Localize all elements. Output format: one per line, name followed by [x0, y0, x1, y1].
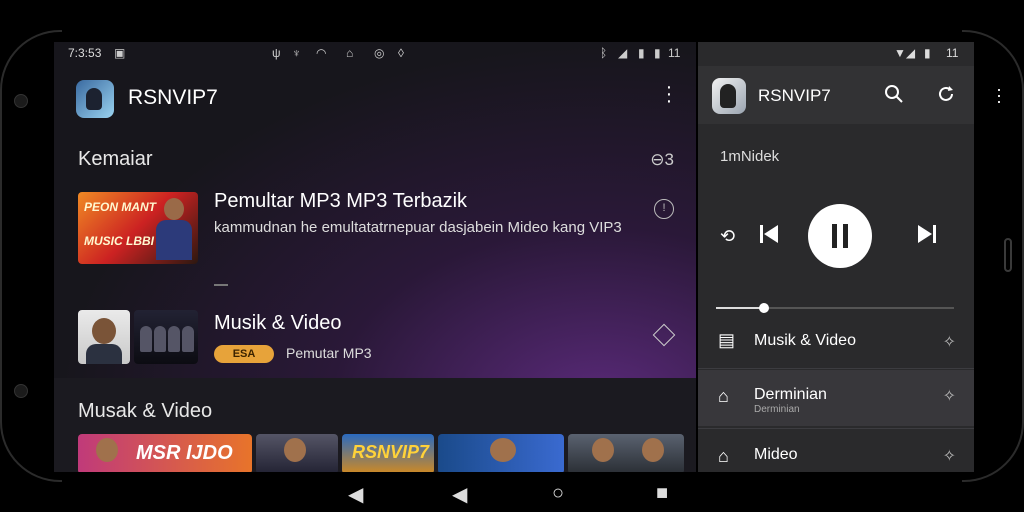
pin-icon[interactable]: ✧: [943, 446, 956, 466]
section-title-music-video: Musak & Video: [78, 400, 213, 422]
search-icon[interactable]: [884, 84, 904, 109]
bluetooth-icon: ᛒ: [600, 46, 608, 60]
strip-card-1-text: MSR IJDO: [136, 442, 233, 464]
device-bezel-left: [0, 30, 62, 482]
item2-title[interactable]: Musik & Video: [214, 312, 341, 335]
recents-icon[interactable]: ■: [656, 482, 668, 505]
refresh-icon[interactable]: [936, 84, 956, 109]
panel-wifi-icon: ▼◢: [894, 46, 916, 60]
progress-fill: [716, 307, 764, 309]
strip-card-5-face-a: [592, 438, 614, 462]
video-home-icon: ⌂: [718, 446, 729, 466]
usb-icon: ♆: [292, 46, 301, 60]
more-vert-icon[interactable]: · · ·: [664, 77, 674, 111]
repeat-icon[interactable]: ⟲: [720, 226, 735, 247]
item1-thumb-text1: PEON MANT: [84, 200, 156, 214]
side-button: [1004, 238, 1012, 272]
app-logo: [76, 80, 114, 118]
divider: [214, 284, 228, 286]
link-icon[interactable]: ⊖3: [650, 150, 674, 170]
panel-header: RSNVIP7: [698, 66, 974, 124]
section-title-recent: Kemaiar: [78, 148, 153, 170]
download-icon[interactable]: [652, 323, 676, 347]
location-icon: ◎: [374, 46, 385, 60]
status-count: 11: [668, 46, 681, 60]
strip-card-5-face-b: [642, 438, 664, 462]
item2-badge-text: Pemutar MP3: [286, 345, 372, 361]
panel-divider: [698, 368, 974, 369]
back-alt-icon[interactable]: ◀: [452, 482, 467, 507]
next-icon[interactable]: [916, 222, 938, 251]
alert-icon: ψ: [272, 46, 281, 60]
signal-icon: ◢: [618, 46, 628, 60]
strip-card-2-face: [284, 438, 306, 462]
sim-icon: ▮: [638, 46, 645, 60]
panel-row-sub: Derminian: [754, 404, 800, 415]
panel-status-count: 11: [946, 46, 959, 60]
item1-thumb-text2: MUSIC LBBI: [84, 234, 154, 248]
edge-more-icon[interactable]: · · ·: [996, 80, 1002, 110]
wifi-icon: ◠: [316, 46, 327, 60]
item2-thumbnail-a[interactable]: [78, 310, 130, 364]
item1-thumb-person: [156, 198, 192, 260]
now-playing-label: 1mNidek: [720, 148, 780, 165]
strip-card-2[interactable]: [256, 434, 338, 472]
panel-row-label: Derminian: [754, 386, 827, 403]
strip-card-1[interactable]: MSR IJDO: [78, 434, 252, 472]
front-camera: [14, 94, 28, 108]
battery-icon: ▮: [654, 46, 661, 60]
panel-title: RSNVIP7: [758, 86, 831, 105]
info-icon[interactable]: !: [654, 199, 674, 219]
strip-card-3[interactable]: RSNVIP7: [342, 434, 434, 472]
front-sensor: [14, 384, 28, 398]
device-frame: · · · 7:3:53 ▣ ψ ♆ ◠ ⌂ ◎ ◊ ᛒ ◢ ▮ ▮ 11 RSNV…: [0, 0, 1024, 512]
status-time: 7:3:53: [68, 46, 102, 60]
panel-row-video[interactable]: ⌂ Mideo ✧: [698, 430, 974, 472]
item2-thumbnail-b[interactable]: [134, 310, 198, 364]
status-bar: 7:3:53 ▣ ψ ♆ ◠ ⌂ ◎ ◊ ᛒ ◢ ▮ ▮ 11: [54, 42, 696, 64]
back-icon[interactable]: ◀: [348, 482, 363, 507]
item1-thumbnail[interactable]: PEON MANT MUSIC LBBI: [78, 192, 198, 264]
app-title: RSNVIP7: [128, 86, 218, 109]
pin-icon[interactable]: ✧: [943, 332, 956, 352]
panel-battery-icon: ▮: [924, 46, 931, 60]
strip-card-4-face: [490, 438, 516, 462]
panel-avatar: [712, 78, 746, 114]
strip-card-4[interactable]: [438, 434, 564, 472]
vpn-icon: ◊: [398, 46, 404, 60]
strip-card-5[interactable]: [568, 434, 684, 472]
player-panel: ▼◢ ▮ 11 RSNVIP7 1mNidek ⟲ ▤ Musik & Vide…: [698, 42, 974, 472]
panel-row-home[interactable]: ⌂ Derminian Derminian ✧: [698, 370, 974, 426]
system-nav-bar: ◀ ◀ ○ ■: [0, 472, 1024, 512]
item1-subtitle: kammudnan he emultatatrnepuar dasjabein …: [214, 219, 622, 236]
item2-badge: ESA: [214, 345, 274, 363]
panel-row-label: Mideo: [754, 446, 798, 463]
previous-icon[interactable]: [758, 222, 780, 251]
main-app: 7:3:53 ▣ ψ ♆ ◠ ⌂ ◎ ◊ ᛒ ◢ ▮ ▮ 11 RSNVIP7 …: [54, 42, 696, 472]
playlist-icon: ▤: [718, 330, 736, 350]
strip-card-3-text: RSNVIP7: [352, 442, 430, 462]
home-nav-icon[interactable]: ○: [552, 482, 564, 505]
strip-card-1-face: [96, 438, 118, 462]
panel-row-label: Musik & Video: [754, 332, 856, 349]
progress-knob[interactable]: [758, 303, 769, 313]
pause-button[interactable]: [808, 204, 872, 268]
panel-divider: [698, 428, 974, 429]
home-icon: ⌂: [718, 386, 729, 406]
notification-icon: ▣: [114, 46, 126, 60]
item1-title[interactable]: Pemultar MP3 MP3 Terbazik: [214, 190, 467, 213]
panel-row-music-video[interactable]: ▤ Musik & Video ✧: [698, 316, 974, 368]
app-bar: RSNVIP7 · · ·: [54, 66, 696, 126]
pin-icon[interactable]: ✧: [943, 386, 956, 406]
panel-status-bar: ▼◢ ▮ 11: [698, 42, 974, 64]
cast-icon: ⌂: [346, 46, 354, 60]
